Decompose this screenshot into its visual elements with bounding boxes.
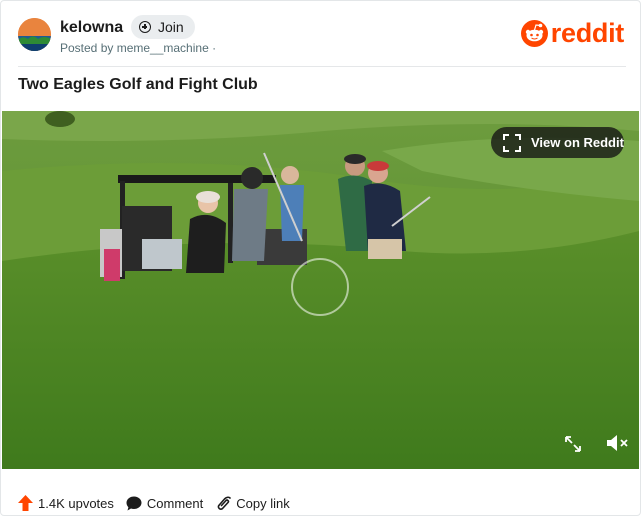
reddit-snoo-icon bbox=[520, 19, 548, 47]
reddit-wordmark: reddit bbox=[550, 18, 625, 48]
reddit-embed-card: kelowna Join Posted by meme__machine · r… bbox=[0, 0, 641, 516]
link-icon bbox=[217, 495, 232, 510]
post-title[interactable]: Two Eagles Golf and Fight Club bbox=[18, 76, 258, 94]
comment-bubble-icon bbox=[126, 496, 142, 510]
view-on-reddit-label: View on Reddit bbox=[531, 135, 624, 150]
mute-button[interactable] bbox=[605, 432, 629, 454]
copy-link-label: Copy link bbox=[236, 495, 290, 511]
header-divider bbox=[18, 66, 626, 67]
view-on-reddit-button[interactable]: View on Reddit bbox=[491, 127, 624, 158]
upvote-arrow-icon bbox=[18, 495, 33, 511]
subreddit-avatar[interactable] bbox=[18, 18, 51, 51]
fullscreen-icon bbox=[503, 133, 521, 152]
expand-icon bbox=[565, 436, 581, 452]
comment-label: Comment bbox=[146, 495, 204, 511]
upvote-button[interactable]: 1.4K upvotes bbox=[18, 495, 114, 511]
copy-link-button[interactable]: Copy link bbox=[215, 495, 290, 512]
upvote-count: 1.4K upvotes bbox=[38, 495, 114, 511]
post-actions: 1.4K upvotes Comment Copy link bbox=[18, 493, 302, 513]
video-player[interactable]: View on Reddit bbox=[2, 111, 639, 469]
reddit-logo[interactable]: reddit bbox=[520, 18, 625, 48]
plus-circle-icon bbox=[139, 21, 151, 33]
join-button[interactable]: Join bbox=[131, 15, 195, 39]
loading-spinner bbox=[291, 258, 349, 316]
mute-icon bbox=[607, 435, 628, 451]
comment-button[interactable]: Comment bbox=[126, 496, 203, 511]
expand-button[interactable] bbox=[563, 434, 583, 454]
subreddit-name[interactable]: kelowna bbox=[60, 19, 123, 37]
join-label: Join bbox=[158, 19, 184, 35]
post-header: kelowna Join Posted by meme__machine · r… bbox=[18, 15, 626, 56]
posted-by[interactable]: Posted by meme__machine · bbox=[60, 41, 216, 55]
